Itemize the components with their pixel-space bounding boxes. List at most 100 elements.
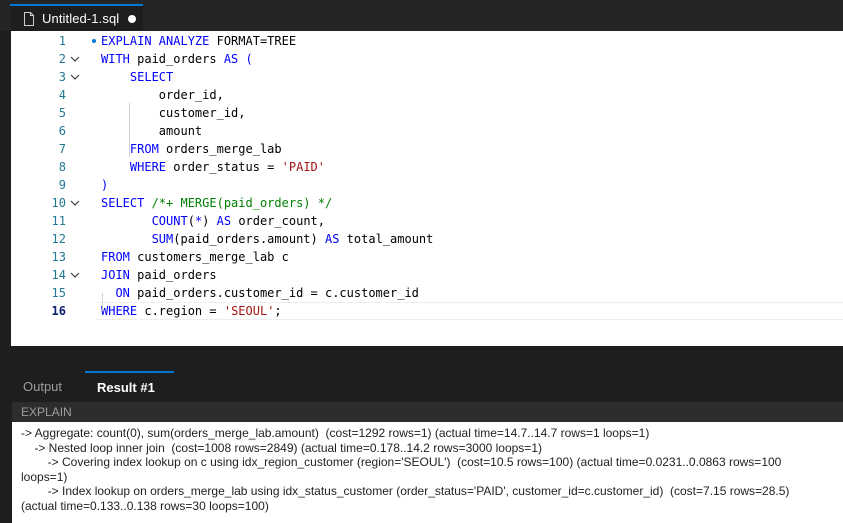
code-line[interactable]: 15 ON paid_orders.customer_id = c.custom… (11, 284, 843, 302)
code-token: AS (216, 214, 239, 228)
explain-plan-text[interactable]: -> Aggregate: count(0), sum(orders_merge… (21, 426, 801, 514)
code-token: paid_orders.customer_id = c.customer_id (137, 286, 419, 300)
code-line[interactable]: 7 FROM orders_merge_lab (11, 140, 843, 158)
code-token: WHERE (129, 160, 174, 174)
code-token: SELECT (101, 196, 152, 210)
code-token: order_id, (101, 88, 224, 102)
line-number: 1 (58, 34, 66, 48)
indent-guide (129, 103, 130, 157)
unsaved-dot-icon[interactable] (128, 14, 137, 23)
code-token: customer_id, (101, 106, 246, 120)
code-token: ON (115, 286, 138, 300)
indent-guide (102, 293, 103, 311)
code-token: paid_orders (137, 52, 224, 66)
code-text[interactable]: SELECT /*+ MERGE(paid_orders) */ (101, 194, 332, 212)
code-line[interactable]: 6 amount (11, 122, 843, 140)
code-text[interactable]: FROM customers_merge_lab c (101, 248, 289, 266)
code-text[interactable]: WITH paid_orders AS ( (101, 50, 253, 68)
code-text[interactable]: COUNT(*) AS order_count, (101, 212, 325, 230)
chevron-down-icon[interactable] (68, 194, 82, 212)
code-token: AS ( (223, 52, 253, 66)
result-grid[interactable]: -> Aggregate: count(0), sum(orders_merge… (12, 422, 843, 523)
line-number: 16 (51, 304, 66, 318)
code-token: COUNT (151, 214, 188, 228)
code-token: paid_orders (137, 268, 217, 282)
code-line[interactable]: 2 WITH paid_orders AS ( (11, 50, 843, 68)
tab-result-1[interactable]: Result #1 (85, 371, 174, 401)
code-text[interactable]: amount (101, 122, 202, 140)
line-number: 14 (51, 268, 66, 282)
code-token: FORMAT=TREE (216, 34, 297, 48)
code-line[interactable]: 1 EXPLAIN ANALYZE FORMAT=TREE (11, 32, 843, 50)
code-line[interactable]: 5 customer_id, (11, 104, 843, 122)
code-text[interactable]: SELECT (101, 68, 173, 86)
line-number: 4 (58, 88, 66, 102)
line-number: 13 (51, 250, 66, 264)
code-token: ) (101, 178, 109, 192)
code-token: customers_merge_lab c (137, 250, 289, 264)
code-token: order_count, (238, 214, 326, 228)
code-token: ( (187, 214, 195, 228)
file-icon (24, 11, 34, 26)
line-number: 10 (51, 196, 66, 210)
code-line[interactable]: 3 SELECT (11, 68, 843, 86)
code-text[interactable]: ON paid_orders.customer_id = c.customer_… (101, 284, 419, 302)
code-line[interactable]: 4 order_id, (11, 86, 843, 104)
code-text[interactable]: EXPLAIN ANALYZE FORMAT=TREE (101, 32, 296, 50)
code-text[interactable]: order_id, (101, 86, 224, 104)
editor-tab-bar: Untitled-1.sql (0, 0, 843, 31)
code-token: SUM (151, 232, 174, 246)
code-token: total_amount (346, 232, 434, 246)
code-token: WITH (101, 52, 138, 66)
panel-tab-bar: Output Result #1 (0, 371, 843, 401)
code-text[interactable]: JOIN paid_orders (101, 266, 217, 284)
code-text[interactable]: customer_id, (101, 104, 246, 122)
chevron-down-icon[interactable] (68, 266, 82, 284)
code-token: order_status = (173, 160, 282, 174)
code-token: 'SEOUL' (223, 304, 275, 318)
chevron-down-icon[interactable] (68, 68, 82, 86)
line-number: 6 (58, 124, 66, 138)
code-line[interactable]: 9) (11, 176, 843, 194)
code-token: ; (274, 304, 282, 318)
code-token: amount (101, 124, 203, 138)
line-number: 5 (58, 106, 66, 120)
line-number: 7 (58, 142, 66, 156)
code-token: AS (324, 232, 347, 246)
code-text[interactable]: WHERE c.region = 'SEOUL'; (101, 302, 282, 320)
code-line[interactable]: 14 JOIN paid_orders (11, 266, 843, 284)
code-line[interactable]: 10 SELECT /*+ MERGE(paid_orders) */ (11, 194, 843, 212)
code-line[interactable]: 13 FROM customers_merge_lab c (11, 248, 843, 266)
code-token: JOIN (101, 268, 138, 282)
code-text[interactable]: ) (101, 176, 108, 194)
tab-untitled-sql[interactable]: Untitled-1.sql (10, 4, 143, 31)
code-line[interactable]: 11 COUNT(*) AS order_count, (11, 212, 843, 230)
code-token: WHERE (101, 304, 145, 318)
column-explain[interactable]: EXPLAIN (21, 405, 72, 419)
code-token: ) (202, 214, 217, 228)
statement-marker-icon (92, 39, 96, 43)
code-token: /*+ MERGE(paid_orders) */ (151, 196, 333, 210)
line-number: 12 (51, 232, 66, 246)
code-line[interactable]: 12 SUM(paid_orders.amount) AS total_amou… (11, 230, 843, 248)
code-token: SELECT (129, 70, 174, 84)
code-text[interactable]: SUM(paid_orders.amount) AS total_amount (101, 230, 434, 248)
chevron-down-icon[interactable] (68, 50, 82, 68)
line-number: 3 (58, 70, 66, 84)
code-line[interactable]: 16 WHERE c.region = 'SEOUL'; (11, 302, 843, 320)
code-line[interactable]: 8 WHERE order_status = 'PAID' (11, 158, 843, 176)
code-token: FROM (101, 250, 138, 264)
code-token: FROM (129, 142, 167, 156)
tab-output[interactable]: Output (23, 371, 62, 401)
line-number: 9 (58, 178, 66, 192)
line-number: 15 (51, 286, 66, 300)
line-number: 11 (51, 214, 66, 228)
code-token: (paid_orders.amount) (173, 232, 325, 246)
code-text[interactable]: WHERE order_status = 'PAID' (101, 158, 325, 176)
code-editor[interactable]: 1 EXPLAIN ANALYZE FORMAT=TREE 2 WITH paid_o… (11, 31, 843, 346)
line-number: 8 (58, 160, 66, 174)
result-column-header: EXPLAIN (12, 402, 843, 422)
